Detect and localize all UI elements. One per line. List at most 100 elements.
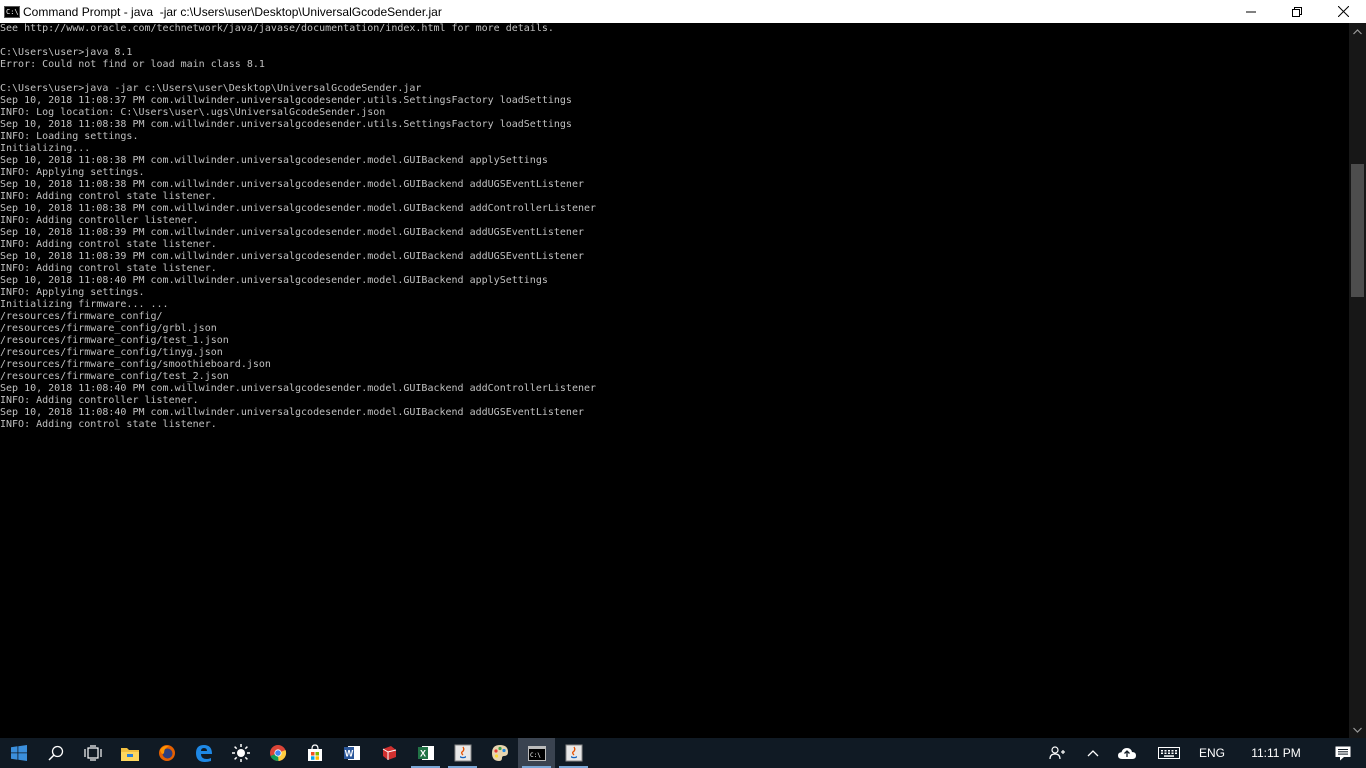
console-line: Sep 10, 2018 11:08:40 PM com.willwinder.… bbox=[0, 407, 584, 418]
close-button[interactable] bbox=[1320, 0, 1366, 23]
scroll-down-button[interactable] bbox=[1349, 721, 1366, 738]
java-app-button[interactable] bbox=[444, 738, 481, 768]
vertical-scrollbar[interactable] bbox=[1349, 23, 1366, 738]
arrow-down-icon bbox=[1353, 727, 1362, 733]
console-line: Sep 10, 2018 11:08:39 PM com.willwinder.… bbox=[0, 251, 584, 262]
notification-icon bbox=[1335, 746, 1351, 760]
language-indicator[interactable]: ENG bbox=[1192, 738, 1232, 768]
clock[interactable]: 11:11 PM bbox=[1232, 738, 1320, 768]
console-line: INFO: Applying settings. bbox=[0, 287, 145, 298]
chrome-icon bbox=[269, 745, 286, 762]
console-line: /resources/firmware_config/grbl.json bbox=[0, 323, 217, 334]
file-explorer-button[interactable] bbox=[111, 738, 148, 768]
word-button[interactable]: W bbox=[333, 738, 370, 768]
scroll-up-button[interactable] bbox=[1349, 23, 1366, 40]
scroll-thumb[interactable] bbox=[1351, 164, 1364, 297]
onedrive-button[interactable] bbox=[1108, 738, 1146, 768]
console-line: /resources/firmware_config/smoothieboard… bbox=[0, 359, 271, 370]
console-line: INFO: Log location: C:\Users\user\.ugs\U… bbox=[0, 107, 386, 118]
paint-icon bbox=[491, 745, 508, 761]
console-line: INFO: Adding controller listener. bbox=[0, 395, 199, 406]
chrome-button[interactable] bbox=[259, 738, 296, 768]
console-line: /resources/firmware_config/test_2.json bbox=[0, 371, 229, 382]
console-output[interactable]: See http://www.oracle.com/technetwork/ja… bbox=[0, 23, 1349, 738]
sketchup-button[interactable] bbox=[370, 738, 407, 768]
console-line: Initializing... bbox=[0, 143, 91, 154]
minimize-button[interactable] bbox=[1228, 0, 1274, 23]
console-line: Sep 10, 2018 11:08:37 PM com.willwinder.… bbox=[0, 95, 572, 106]
console-line: INFO: Loading settings. bbox=[0, 131, 139, 142]
console-line: /resources/firmware_config/ bbox=[0, 311, 163, 322]
console-line: Sep 10, 2018 11:08:39 PM com.willwinder.… bbox=[0, 227, 584, 238]
keyboard-icon bbox=[1158, 747, 1180, 759]
search-button[interactable] bbox=[37, 738, 74, 768]
excel-icon: X bbox=[417, 746, 434, 760]
system-tray: ENG 11:11 PM bbox=[1036, 738, 1366, 768]
cmd-icon: C:\ bbox=[4, 5, 20, 18]
java-icon bbox=[454, 744, 471, 762]
svg-text:W: W bbox=[344, 749, 353, 759]
show-hidden-icons-button[interactable] bbox=[1078, 738, 1108, 768]
edge-button[interactable] bbox=[185, 738, 222, 768]
java-icon bbox=[565, 744, 582, 762]
window-title: Command Prompt - java -jar c:\Users\user… bbox=[23, 4, 442, 19]
sun-app-button[interactable] bbox=[222, 738, 259, 768]
onedrive-icon bbox=[1118, 747, 1136, 759]
people-icon bbox=[1049, 746, 1065, 760]
firefox-button[interactable] bbox=[148, 738, 185, 768]
word-icon: W bbox=[343, 746, 360, 760]
console-line: Sep 10, 2018 11:08:38 PM com.willwinder.… bbox=[0, 179, 584, 190]
console-line: Sep 10, 2018 11:08:38 PM com.willwinder.… bbox=[0, 203, 597, 214]
edge-icon bbox=[195, 745, 212, 762]
console-line: Initializing firmware... ... bbox=[0, 299, 169, 310]
task-view-button[interactable] bbox=[74, 738, 111, 768]
minimize-icon bbox=[1246, 11, 1256, 12]
console-line: INFO: Adding control state listener. bbox=[0, 191, 217, 202]
windows-logo-icon bbox=[10, 745, 27, 761]
arrow-up-icon bbox=[1353, 28, 1362, 34]
restore-button[interactable] bbox=[1274, 0, 1320, 23]
excel-button[interactable]: X bbox=[407, 738, 444, 768]
console-line: INFO: Adding control state listener. bbox=[0, 263, 217, 274]
console-line: INFO: Adding control state listener. bbox=[0, 239, 217, 250]
firefox-icon bbox=[158, 745, 175, 761]
chevron-up-icon bbox=[1087, 750, 1099, 757]
start-button[interactable] bbox=[0, 738, 37, 768]
svg-text:X: X bbox=[419, 749, 425, 759]
task-view-icon bbox=[83, 745, 102, 761]
folder-icon bbox=[120, 747, 139, 761]
console-line: /resources/firmware_config/tinyg.json bbox=[0, 347, 223, 358]
restore-icon bbox=[1292, 6, 1302, 17]
search-icon bbox=[47, 745, 63, 761]
paint-button[interactable] bbox=[481, 738, 518, 768]
people-button[interactable] bbox=[1036, 738, 1078, 768]
console-line: Sep 10, 2018 11:08:38 PM com.willwinder.… bbox=[0, 119, 572, 130]
console-line: INFO: Adding control state listener. bbox=[0, 419, 217, 430]
console-line: See http://www.oracle.com/technetwork/ja… bbox=[0, 23, 554, 34]
console-line: /resources/firmware_config/test_1.json bbox=[0, 335, 229, 346]
close-icon bbox=[1337, 6, 1349, 17]
touch-keyboard-button[interactable] bbox=[1146, 738, 1192, 768]
console-line: Sep 10, 2018 11:08:40 PM com.willwinder.… bbox=[0, 275, 548, 286]
console-line: Error: Could not find or load main class… bbox=[0, 59, 265, 70]
console-line: Sep 10, 2018 11:08:38 PM com.willwinder.… bbox=[0, 155, 548, 166]
store-icon bbox=[307, 744, 322, 761]
console-line: C:\Users\user>java 8.1 bbox=[0, 47, 133, 58]
sketchup-icon bbox=[382, 746, 396, 760]
title-bar[interactable]: C:\ Command Prompt - java -jar c:\Users\… bbox=[0, 0, 1366, 23]
console-line: Sep 10, 2018 11:08:40 PM com.willwinder.… bbox=[0, 383, 597, 394]
store-button[interactable] bbox=[296, 738, 333, 768]
action-center-button[interactable] bbox=[1320, 738, 1366, 768]
cmd-icon: C:\ bbox=[527, 745, 546, 761]
console-line: INFO: Adding controller listener. bbox=[0, 215, 199, 226]
sun-icon bbox=[231, 744, 250, 762]
taskbar: W X C:\ ENG 11:11 PM bbox=[0, 738, 1366, 768]
console-line: C:\Users\user>java -jar c:\Users\user\De… bbox=[0, 83, 422, 94]
window-controls bbox=[1228, 0, 1366, 23]
svg-text:C:\: C:\ bbox=[530, 752, 541, 759]
command-prompt-button[interactable]: C:\ bbox=[518, 738, 555, 768]
java-app-2-button[interactable] bbox=[555, 738, 592, 768]
console-line: INFO: Applying settings. bbox=[0, 167, 145, 178]
